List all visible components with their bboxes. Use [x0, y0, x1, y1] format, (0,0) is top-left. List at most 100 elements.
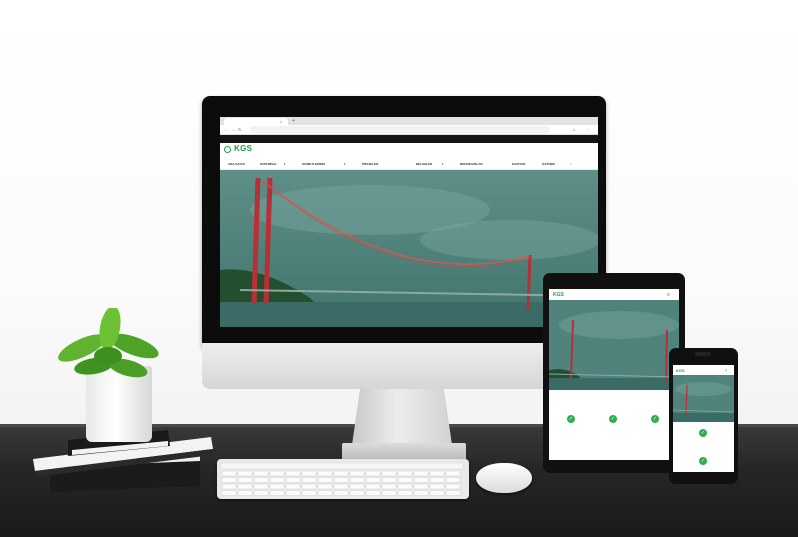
- tab-close-icon[interactable]: ×: [280, 118, 282, 125]
- star-icon[interactable]: ☆: [572, 126, 576, 133]
- site-header: [220, 143, 598, 159]
- keyboard-key: [333, 470, 349, 477]
- keyboard-key: [285, 477, 301, 483]
- site-logo-icon: [224, 146, 231, 153]
- keyboard-key: [365, 483, 381, 490]
- site-top-bar: [220, 135, 598, 143]
- keyboard-key: [269, 470, 285, 477]
- keyboard-key: [333, 490, 349, 496]
- keyboard-key: [429, 470, 445, 477]
- keyboard-key: [269, 477, 285, 483]
- keyboard-key: [381, 477, 397, 483]
- keyboard-key: [221, 483, 237, 490]
- keyboard-key: [317, 477, 333, 483]
- keyboard-key: [397, 490, 413, 496]
- keyboard-key: [253, 477, 269, 483]
- keyboard-key: [317, 470, 333, 477]
- browser-tab[interactable]: [224, 118, 288, 125]
- keyboard-key: [285, 470, 301, 477]
- nav-item-careers[interactable]: KARİYER: [512, 160, 526, 168]
- keyboard-key: [365, 490, 381, 496]
- monitor-stand: [352, 389, 452, 445]
- keyboard-key: [381, 490, 397, 496]
- keyboard-key: [445, 470, 461, 477]
- keyboard: [217, 459, 469, 499]
- keyboard-key: [237, 483, 253, 490]
- hamburger-icon[interactable]: ≡: [725, 368, 727, 373]
- keyboard-key: [285, 483, 301, 490]
- chevron-down-icon: ▾: [284, 162, 286, 166]
- keyboard-key: [285, 490, 301, 496]
- feature-icon[interactable]: ✓: [699, 457, 707, 465]
- keyboard-key: [301, 490, 317, 496]
- keyboard-key: [349, 470, 365, 477]
- keyboard-key: [333, 477, 349, 483]
- keyboard-key: [221, 490, 237, 496]
- site-logo[interactable]: KGS: [234, 144, 252, 153]
- feature-icon[interactable]: ✓: [699, 429, 707, 437]
- keyboard-key: [445, 483, 461, 490]
- keyboard-key: [349, 483, 365, 490]
- keyboard-key: [349, 477, 365, 483]
- reload-icon[interactable]: ↻: [238, 126, 241, 133]
- keyboard-key: [365, 477, 381, 483]
- keyboard-key: [317, 490, 333, 496]
- phone-earpiece: [695, 352, 711, 356]
- monitor-screen: × + ← → ↻ ☆ ⋮ KGS ANA SAYFA KURUMSAL ▾ H…: [220, 117, 598, 327]
- keyboard-key: [413, 483, 429, 490]
- keyboard-key: [221, 470, 237, 477]
- phone-hero-image: [673, 375, 734, 422]
- browser-menu-icon[interactable]: ⋮: [586, 126, 590, 133]
- feature-icon[interactable]: ✓: [609, 415, 617, 423]
- bridge-illustration: [549, 300, 679, 390]
- product-mockup-scene: × + ← → ↻ ☆ ⋮ KGS ANA SAYFA KURUMSAL ▾ H…: [0, 0, 798, 537]
- tablet-screen: KGS ≡ ✓ ✓ ✓: [549, 289, 679, 460]
- keyboard-key: [237, 477, 253, 483]
- keyboard-key: [413, 490, 429, 496]
- keyboard-key: [317, 483, 333, 490]
- bridge-illustration: [673, 375, 734, 422]
- search-icon[interactable]: ⌕: [570, 160, 572, 168]
- keyboard-key: [413, 470, 429, 477]
- keyboard-key: [429, 483, 445, 490]
- keyboard-key: [429, 477, 445, 483]
- bridge-illustration: [220, 170, 598, 327]
- keyboard-key: [445, 490, 461, 496]
- keyboard-key: [301, 483, 317, 490]
- chevron-down-icon: ▾: [344, 162, 346, 166]
- nav-item-services[interactable]: HİZMETLERİMİZ: [302, 160, 325, 168]
- smartphone-screen: KGS ≡ ✓ ✓: [673, 365, 734, 472]
- forward-icon[interactable]: →: [231, 126, 235, 133]
- phone-site-logo[interactable]: KGS: [676, 368, 685, 373]
- keyboard-key: [349, 490, 365, 496]
- tablet-hero-image: [549, 300, 679, 390]
- hamburger-icon[interactable]: ≡: [667, 292, 670, 298]
- new-tab-icon[interactable]: +: [292, 118, 295, 125]
- keyboard-key: [253, 483, 269, 490]
- keyboard-key: [413, 477, 429, 483]
- nav-item-documents[interactable]: BELGELER: [416, 160, 432, 168]
- keyboard-key: [381, 470, 397, 477]
- mouse: [476, 463, 532, 493]
- tablet-site-logo[interactable]: KGS: [553, 292, 564, 298]
- keyboard-key: [301, 470, 317, 477]
- nav-item-corporate[interactable]: KURUMSAL: [260, 160, 277, 168]
- nav-item-references[interactable]: REFERANSLAR: [460, 160, 483, 168]
- feature-icon[interactable]: ✓: [567, 415, 575, 423]
- potted-plant: [58, 308, 159, 378]
- chevron-down-icon: ▾: [442, 162, 444, 166]
- nav-item-projects[interactable]: PROJELER: [362, 160, 378, 168]
- keyboard-key: [381, 483, 397, 490]
- nav-item-contact[interactable]: İLETİŞİM: [542, 160, 555, 168]
- keyboard-key: [429, 490, 445, 496]
- keyboard-key: [365, 470, 381, 477]
- back-icon[interactable]: ←: [224, 126, 228, 133]
- hero-image: [220, 170, 598, 327]
- feature-icon[interactable]: ✓: [651, 415, 659, 423]
- nav-item-home[interactable]: ANA SAYFA: [228, 160, 245, 168]
- address-bar[interactable]: [250, 126, 550, 133]
- keyboard-key: [269, 483, 285, 490]
- keyboard-key: [253, 470, 269, 477]
- keyboard-key: [221, 477, 237, 483]
- keyboard-key: [445, 477, 461, 483]
